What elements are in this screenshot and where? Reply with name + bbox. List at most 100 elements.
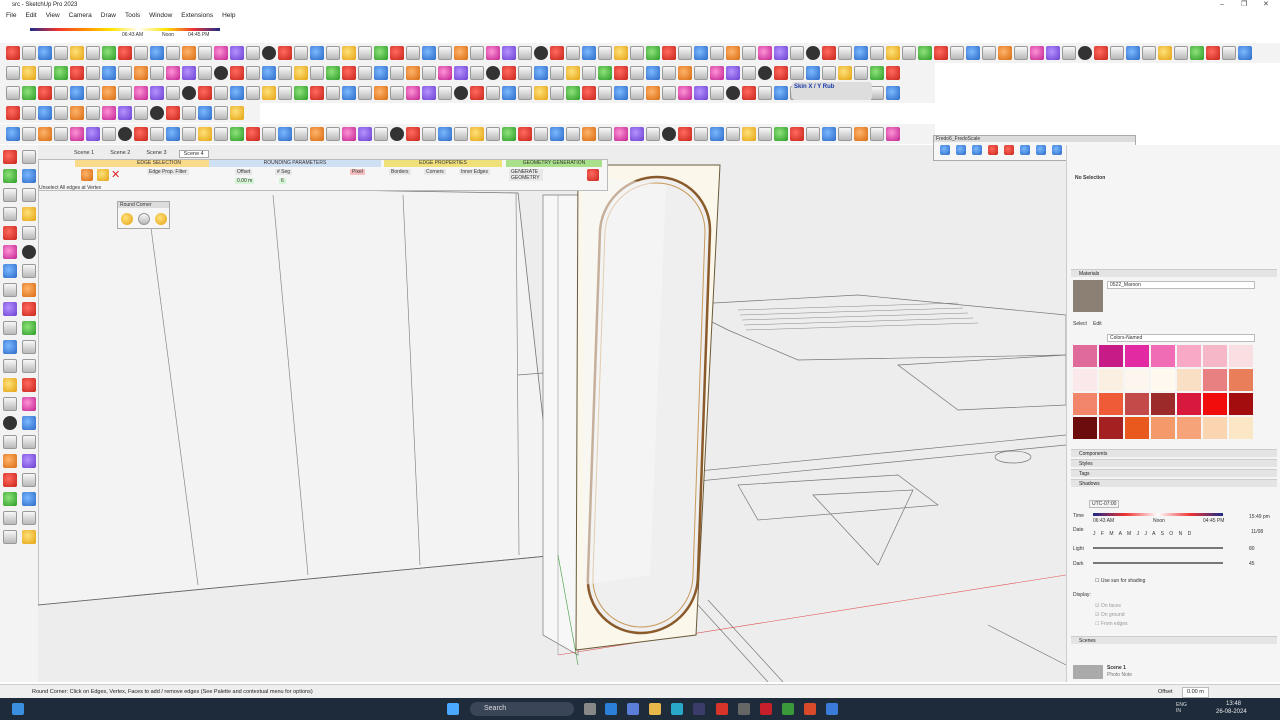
toolbar-tool-icon[interactable] — [630, 46, 644, 60]
sketchup-icon[interactable] — [804, 703, 816, 715]
toolbar-tool-icon[interactable] — [182, 127, 196, 141]
material-swatch[interactable] — [1203, 345, 1227, 367]
toolbar-tool-icon[interactable] — [726, 127, 740, 141]
toolbar-tool-icon[interactable] — [86, 106, 100, 120]
toolbar-tool-icon[interactable] — [278, 46, 292, 60]
toolbar-tool-icon[interactable] — [998, 46, 1012, 60]
file-explorer-icon[interactable] — [649, 703, 661, 715]
material-swatch[interactable] — [1125, 417, 1149, 439]
toolbar-tool-icon[interactable] — [1046, 46, 1060, 60]
toolbar-tool-icon[interactable] — [502, 86, 516, 100]
toolbar-tool-icon[interactable] — [134, 106, 148, 120]
toolbar-tool-icon[interactable] — [214, 66, 228, 80]
toolbar-tool-icon[interactable] — [22, 46, 36, 60]
toolbar-tool-icon[interactable] — [1222, 46, 1236, 60]
toolbar-tool-icon[interactable] — [102, 66, 116, 80]
material-swatch[interactable] — [1073, 417, 1097, 439]
left-tool-icon[interactable] — [22, 169, 36, 183]
toolbar-tool-icon[interactable] — [182, 46, 196, 60]
toolbar-tool-icon[interactable] — [134, 86, 148, 100]
left-tool-icon[interactable] — [3, 416, 17, 430]
toolbar-tool-icon[interactable] — [102, 86, 116, 100]
left-tool-icon[interactable] — [22, 359, 36, 373]
toolbar-tool-icon[interactable] — [246, 127, 260, 141]
toolbar-tool-icon[interactable] — [918, 46, 932, 60]
from-edges-checkbox[interactable]: ☐ From edges — [1095, 621, 1128, 627]
material-swatch[interactable] — [1177, 417, 1201, 439]
left-tool-icon[interactable] — [22, 245, 36, 259]
toolbar-tool-icon[interactable] — [374, 86, 388, 100]
left-tool-icon[interactable] — [3, 321, 17, 335]
toolbar-tool-icon[interactable] — [662, 127, 676, 141]
materials-header[interactable]: Materials — [1071, 269, 1277, 277]
toolbar-tool-icon[interactable] — [198, 46, 212, 60]
toolbar-tool-icon[interactable] — [694, 46, 708, 60]
left-tool-icon[interactable] — [22, 340, 36, 354]
left-tool-icon[interactable] — [3, 150, 17, 164]
toolbar-tool-icon[interactable] — [438, 86, 452, 100]
toolbar-tool-icon[interactable] — [358, 66, 372, 80]
toolbar-tool-icon[interactable] — [934, 46, 948, 60]
left-tool-icon[interactable] — [3, 492, 17, 506]
left-tool-icon[interactable] — [3, 454, 17, 468]
toolbar-tool-icon[interactable] — [870, 86, 884, 100]
left-tool-icon[interactable] — [3, 435, 17, 449]
toolbar-tool-icon[interactable] — [134, 127, 148, 141]
dark-value[interactable]: 45 — [1249, 561, 1255, 567]
material-name-field[interactable]: 0522_Maroon — [1107, 281, 1255, 289]
toolbar-tool-icon[interactable] — [262, 86, 276, 100]
inner-edges-toggle[interactable]: Inner Edges — [459, 169, 490, 175]
toolbar-tool-icon[interactable] — [278, 127, 292, 141]
left-tool-icon[interactable] — [22, 283, 36, 297]
components-header[interactable]: Components — [1071, 449, 1277, 457]
toolbar-tool-icon[interactable] — [550, 46, 564, 60]
edge-select-icon[interactable] — [81, 169, 93, 181]
toolbar-tool-icon[interactable] — [358, 127, 372, 141]
toolbar-tool-icon[interactable] — [54, 46, 68, 60]
tapering-icon[interactable] — [972, 145, 982, 155]
toolbar-tool-icon[interactable] — [150, 127, 164, 141]
toolbar-tool-icon[interactable] — [182, 66, 196, 80]
seg-value[interactable]: 6 — [279, 178, 286, 184]
toolbar-tool-icon[interactable] — [166, 127, 180, 141]
toolbar-tool-icon[interactable] — [518, 127, 532, 141]
menu-window[interactable]: Window — [149, 10, 172, 22]
toolbar-tool-icon[interactable] — [438, 46, 452, 60]
left-tool-icon[interactable] — [22, 530, 36, 544]
toolbar-tool-icon[interactable] — [342, 86, 356, 100]
toolbar-tool-icon[interactable] — [534, 46, 548, 60]
terminal-icon[interactable] — [693, 703, 705, 715]
toolbar-tool-icon[interactable] — [22, 127, 36, 141]
toolbar-tool-icon[interactable] — [790, 66, 804, 80]
toolbar-tool-icon[interactable] — [774, 127, 788, 141]
radial-bending-icon[interactable] — [1004, 145, 1014, 155]
toolbar-tool-icon[interactable] — [230, 66, 244, 80]
toolbar-tool-icon[interactable] — [246, 86, 260, 100]
store-icon[interactable] — [671, 703, 683, 715]
toolbar-tool-icon[interactable] — [726, 66, 740, 80]
material-swatch[interactable] — [1125, 345, 1149, 367]
left-tool-icon[interactable] — [3, 378, 17, 392]
toolbar-tool-icon[interactable] — [150, 86, 164, 100]
date-value[interactable]: 11/08 — [1251, 529, 1263, 535]
toolbar-tool-icon[interactable] — [166, 86, 180, 100]
toolbar-tool-icon[interactable] — [134, 46, 148, 60]
collection-dropdown[interactable]: Colors-Named — [1107, 334, 1255, 342]
toolbar-tool-icon[interactable] — [390, 86, 404, 100]
toolbar-tool-icon[interactable] — [1062, 46, 1076, 60]
material-swatch[interactable] — [1151, 345, 1175, 367]
toolbar-tool-icon[interactable] — [214, 106, 228, 120]
toolbar-tool-icon[interactable] — [262, 66, 276, 80]
maximize-icon[interactable]: ❐ — [1241, 0, 1247, 10]
left-tool-icon[interactable] — [3, 264, 17, 278]
rotate-icon[interactable] — [1036, 145, 1046, 155]
toolbar-tool-icon[interactable] — [1238, 46, 1252, 60]
toolbar-tool-icon[interactable] — [646, 46, 660, 60]
acrobat-icon[interactable] — [760, 703, 772, 715]
toolbar-tool-icon[interactable] — [678, 127, 692, 141]
material-swatch[interactable] — [1099, 393, 1123, 415]
toolbar-tool-icon[interactable] — [774, 86, 788, 100]
material-swatch[interactable] — [1073, 345, 1097, 367]
utc-dropdown[interactable]: UTC-07:00 — [1089, 500, 1120, 508]
toolbar-tool-icon[interactable] — [150, 66, 164, 80]
